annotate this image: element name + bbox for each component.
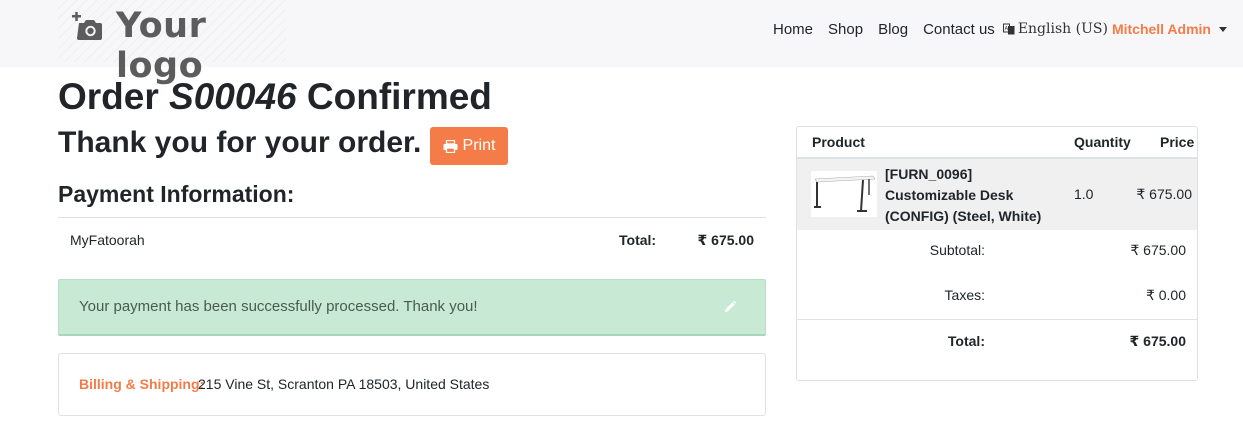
summary-divider: [797, 319, 1197, 320]
order-title-prefix: Order: [58, 76, 170, 117]
page-title: Order S00046 Confirmed: [58, 76, 492, 118]
payment-success-alert: Your payment has been successfully proce…: [58, 279, 766, 336]
nav-home[interactable]: Home: [773, 21, 813, 38]
subtotal-label: Subtotal:: [929, 242, 985, 258]
order-number: S00046: [169, 76, 297, 117]
top-navbar: Your logo Home Shop Blog Contact us A En…: [0, 0, 1243, 86]
product-quantity: 1.0: [1074, 186, 1094, 202]
svg-text:A: A: [1004, 26, 1008, 32]
total-value: ₹ 675.00: [1129, 333, 1186, 349]
language-label: English (US): [1017, 21, 1108, 37]
logo-text: Your logo: [116, 6, 207, 86]
order-line-row: [FURN_0096] Customizable Desk (CONFIG) (…: [797, 157, 1197, 230]
payment-method: MyFatoorah: [70, 232, 145, 248]
print-button[interactable]: Print: [430, 127, 508, 165]
taxes-value: ₹ 0.00: [1145, 287, 1186, 303]
user-name: Mitchell Admin: [1111, 21, 1211, 37]
nav-contact-us[interactable]: Contact us: [923, 21, 995, 38]
pencil-icon[interactable]: [723, 300, 737, 314]
payment-info-heading: Payment Information:: [58, 181, 295, 207]
alert-message: Your payment has been successfully proce…: [79, 298, 478, 315]
payment-total-label: Total:: [619, 232, 657, 248]
language-icon: A: [1002, 23, 1015, 35]
nav-shop[interactable]: Shop: [828, 21, 863, 38]
column-header-price: Price: [1160, 134, 1195, 150]
column-header-quantity: Quantity: [1074, 134, 1131, 150]
total-label: Total:: [947, 333, 985, 349]
product-name-link[interactable]: [FURN_0096] Customizable Desk (CONFIG) (…: [885, 164, 1065, 227]
thank-you-heading: Thank you for your order.: [58, 126, 422, 159]
product-price: ₹ 675.00: [1136, 186, 1192, 202]
print-button-label: Print: [462, 137, 496, 154]
language-selector[interactable]: A English (US): [1002, 21, 1108, 37]
billing-shipping-box: Billing & Shipping: 215 Vine St, Scranto…: [58, 353, 766, 416]
logo[interactable]: Your logo: [58, 0, 286, 86]
billing-shipping-label: Billing & Shipping:: [79, 376, 205, 392]
payment-total-value: ₹ 675.00: [697, 232, 754, 248]
camera-icon: [72, 12, 102, 40]
billing-shipping-address: 215 Vine St, Scranton PA 18503, United S…: [198, 376, 490, 392]
caret-down-icon: [1218, 26, 1227, 32]
payment-row: MyFatoorah Total: ₹ 675.00: [58, 217, 766, 263]
taxes-label: Taxes:: [944, 287, 985, 303]
column-header-product: Product: [812, 134, 865, 150]
user-menu[interactable]: Mitchell Admin: [1112, 21, 1227, 37]
product-image: [811, 171, 877, 217]
print-icon: [443, 139, 458, 153]
order-title-suffix: Confirmed: [296, 76, 492, 117]
subtotal-value: ₹ 675.00: [1130, 242, 1186, 258]
nav-blog[interactable]: Blog: [878, 21, 908, 38]
order-summary-card: Product Quantity Price [FURN_0096] Custo…: [796, 126, 1198, 381]
main-menu: Home Shop Blog Contact us A English (US)…: [773, 19, 1227, 39]
